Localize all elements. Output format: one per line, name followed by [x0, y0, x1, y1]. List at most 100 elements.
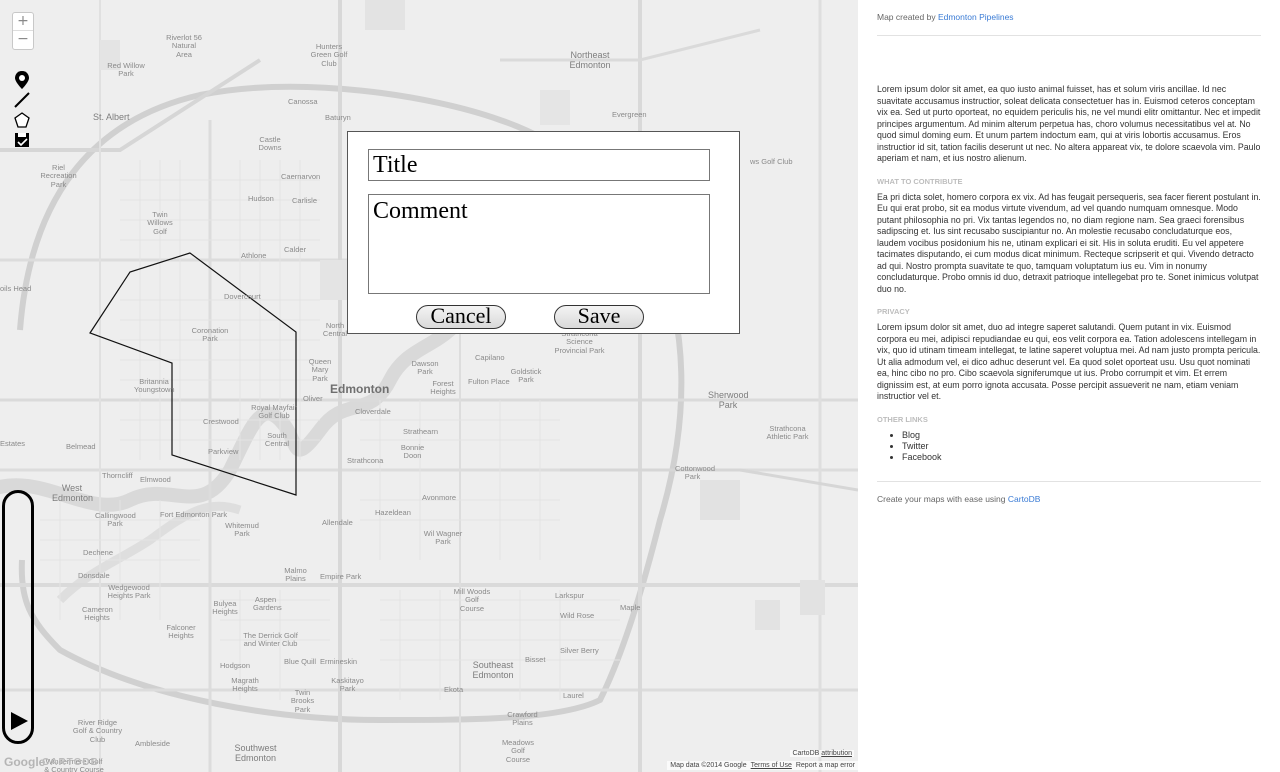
map-label-southeast-edmonton: Southeast Edmonton: [472, 660, 514, 680]
terms-of-use-link[interactable]: Terms of Use: [751, 762, 792, 769]
map-label-allendale: Allendale: [322, 518, 353, 527]
map-label-fort-edmonton: Fort Edmonton Park: [160, 510, 228, 519]
map-canvas[interactable]: Edmonton St. Albert Riverlot 56 Natural …: [0, 0, 858, 772]
map-label-strathcona: Strathcona: [347, 456, 384, 465]
map-label-bisset: Bisset: [525, 655, 546, 664]
map-label-millwoods-golf: Mill Woods Golf Course: [453, 587, 491, 613]
timeline-slider[interactable]: [2, 490, 34, 744]
map-label-royal-mayfair: Royal Mayfair Golf Club: [251, 403, 297, 421]
map-label-hazeldean: Hazeldean: [375, 508, 411, 517]
polygon-tool-button[interactable]: [12, 110, 32, 130]
map-label-wedgewood: Wedgewood Heights Park: [107, 583, 151, 601]
list-item: Blog: [902, 430, 1261, 441]
map-label-carlisle: Carlisle: [292, 196, 318, 205]
map-label-river-ridge: River Ridge Golf & Country Club: [72, 718, 123, 744]
zoom-control: + −: [12, 12, 34, 50]
map-label-strathearn: Strathearn: [403, 427, 439, 436]
map-label-riverlot: Riverlot 56 Natural Area: [166, 33, 202, 59]
map-label-capilano: Capilano: [475, 353, 505, 362]
edmonton-pipelines-link[interactable]: Edmonton Pipelines: [938, 12, 1014, 22]
drawn-polygon[interactable]: [89, 252, 297, 496]
map-label-dovercourt: Dovercourt: [224, 292, 261, 301]
facebook-link[interactable]: Facebook: [902, 452, 942, 462]
save-edits-tool-button[interactable]: [12, 130, 32, 150]
map-label-edmonton: Edmonton: [330, 382, 390, 396]
map-label-southwest-edmonton: Southwest Edmonton: [234, 743, 277, 763]
map-label-west-edmonton: West Edmonton: [52, 483, 94, 503]
map-label-kaskitayo: Kaskitayo Park: [331, 676, 364, 694]
map-label-ermineskin: Ermineskin: [320, 657, 358, 666]
map-label-oliver: Oliver: [303, 394, 323, 403]
map-label-wild-rose: Wild Rose: [560, 611, 595, 620]
map-label-ekota: Ekota: [444, 685, 464, 694]
map-label-red-willow: Red Willow Park: [107, 61, 145, 79]
blog-link[interactable]: Blog: [902, 430, 920, 440]
map-label-ambleside: Ambleside: [135, 739, 171, 748]
cartodb-attr-text: CartoDB: [792, 750, 820, 757]
map-label-riel: Riel Recreation Park: [40, 163, 77, 189]
map-credit: Map created by Edmonton Pipelines: [877, 12, 1261, 22]
map-label-crawford: Crawford Plains: [507, 710, 538, 728]
map-label-cottonwood: Cottonwood Park: [675, 464, 716, 482]
map-label-cameron: Cameron Heights: [82, 605, 113, 623]
privacy-heading: PRIVACY: [877, 307, 910, 316]
footer-prefix: Create your maps with ease using: [877, 493, 1008, 504]
list-item: Twitter: [902, 441, 1261, 452]
map-label-queen-mary: Queen Mary Park: [308, 357, 332, 383]
map-label-forest-heights: Forest Heights: [430, 379, 456, 397]
map-label-st-albert: St. Albert: [93, 112, 130, 122]
save-edits-icon: [15, 133, 29, 147]
map-label-golf-right: ws Golf Club: [750, 157, 793, 166]
map-label-estates: Estates: [0, 439, 26, 448]
map-label-belmead: Belmead: [66, 442, 96, 451]
contribute-heading: WHAT TO CONTRIBUTE: [877, 176, 963, 186]
map-label-dechene: Dechene: [83, 548, 114, 557]
marker-tool-button[interactable]: [12, 70, 32, 90]
map-label-falconer: Falconer Heights: [166, 623, 196, 641]
map-label-coronation: Coronation Park: [191, 326, 229, 344]
line-tool-button[interactable]: [12, 90, 32, 110]
line-icon: [14, 92, 30, 108]
map-label-calder: Calder: [284, 245, 307, 254]
cartodb-link[interactable]: CartoDB: [1008, 494, 1041, 504]
other-links-heading: OTHER LINKS: [877, 414, 928, 424]
map-label-crestwood: Crestwood: [203, 417, 239, 426]
map-label-bulyea: Bulyea Heights: [212, 599, 238, 617]
other-links-list: Blog Twitter Facebook: [877, 430, 1261, 463]
play-icon[interactable]: [9, 711, 29, 731]
map-label-cloverdale: Cloverdale: [355, 407, 391, 416]
map-label-derrick: The Derrick Golf and Winter Club: [243, 631, 298, 649]
map-label-athletic-park: Strathcona Athletic Park: [766, 424, 809, 442]
save-button[interactable]: Save: [554, 305, 644, 329]
zoom-in-button[interactable]: +: [13, 13, 33, 31]
map-label-oils-head: oils Head: [0, 284, 32, 293]
google-attribution: Map data ©2014 Google Terms of Use Repor…: [667, 761, 858, 770]
title-input[interactable]: [368, 149, 710, 181]
map-label-dawson: Dawson Park: [411, 359, 439, 377]
map-label-sherwood-park: Sherwood Park: [708, 390, 749, 410]
map-label-bonnie-doon: Bonnie Doon: [400, 443, 425, 461]
map-label-callingwood: Callingwood Park: [95, 511, 136, 529]
map-label-athlone: Athlone: [241, 251, 267, 260]
privacy-paragraph: Lorem ipsum dolor sit amet, duo ad integ…: [877, 322, 1261, 401]
cancel-button[interactable]: Cancel: [416, 305, 506, 329]
map-label-thorncliff: Thorncliff: [102, 471, 133, 480]
zoom-out-button[interactable]: −: [13, 31, 33, 49]
attribution-link[interactable]: attribution: [821, 750, 852, 757]
feature-dialog: Cancel Save: [347, 131, 740, 334]
twitter-link[interactable]: Twitter: [902, 441, 929, 451]
report-map-error-link[interactable]: Report a map error: [796, 762, 855, 769]
comment-input[interactable]: [368, 194, 710, 294]
polygon-icon: [14, 112, 30, 128]
map-label-goldstick: Goldstick Park: [510, 367, 542, 385]
footer: Create your maps with ease using CartoDB: [877, 494, 1261, 504]
map-label-twin-brooks: Twin Brooks Park: [290, 688, 315, 714]
map-label-maple: Maple: [620, 603, 641, 612]
map-label-elmwood: Elmwood: [140, 475, 171, 484]
map-label-hodgson: Hodgson: [220, 661, 251, 670]
map-label-avonmore: Avonmore: [422, 493, 457, 502]
sidebar: Map created by Edmonton Pipelines Lorem …: [858, 0, 1280, 772]
map-label-willows-golf: Twin Willows Golf: [147, 210, 173, 236]
draw-toolbar: [12, 70, 32, 150]
map-label-hunters-green: Hunters Green Golf Club: [310, 42, 348, 68]
